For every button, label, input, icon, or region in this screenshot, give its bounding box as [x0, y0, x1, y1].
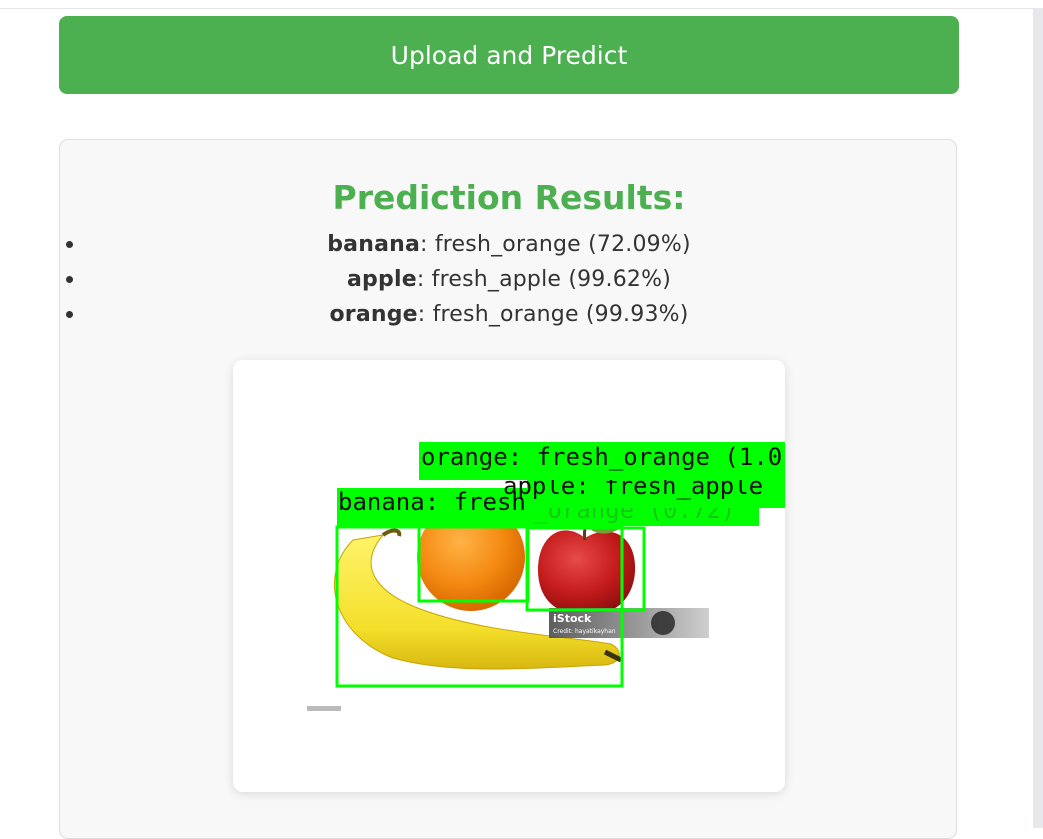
prediction-results-panel: Prediction Results: banana: fresh_orange… — [59, 139, 957, 839]
detection-image: iStock Credit: hayatikayhan _orange (0.7… — [307, 442, 785, 711]
prediction-text: : fresh_orange (99.93%) — [417, 302, 689, 327]
bullet-icon — [66, 311, 73, 318]
bullet-icon — [66, 241, 73, 248]
list-item: banana: fresh_orange (72.09%) — [60, 227, 958, 262]
top-border — [0, 0, 1033, 9]
orange-label: orange: fresh_orange (1.0 — [421, 443, 782, 471]
watermark-credit: Credit: hayatikayhan — [553, 628, 616, 635]
prediction-list: banana: fresh_orange (72.09%) apple: fre… — [60, 227, 958, 332]
annotated-image: iStock Credit: hayatikayhan _orange (0.7… — [233, 360, 785, 792]
list-item: orange: fresh_orange (99.93%) — [60, 297, 958, 332]
fruit-name: banana — [327, 232, 421, 257]
results-title: Prediction Results: — [332, 178, 686, 217]
bullet-icon — [66, 276, 73, 283]
prediction-text: : fresh_orange (72.09%) — [420, 232, 691, 257]
scrollbar[interactable] — [1033, 8, 1043, 828]
prediction-text: : fresh_apple (99.62%) — [416, 267, 671, 292]
upload-and-predict-button[interactable]: Upload and Predict — [59, 16, 959, 94]
banana-label: banana: fresh — [338, 488, 526, 516]
watermark-brand: iStock — [553, 612, 592, 625]
fruit-name: apple — [347, 267, 417, 292]
list-item: apple: fresh_apple (99.62%) — [60, 262, 958, 297]
fruit-name: orange — [329, 302, 418, 327]
